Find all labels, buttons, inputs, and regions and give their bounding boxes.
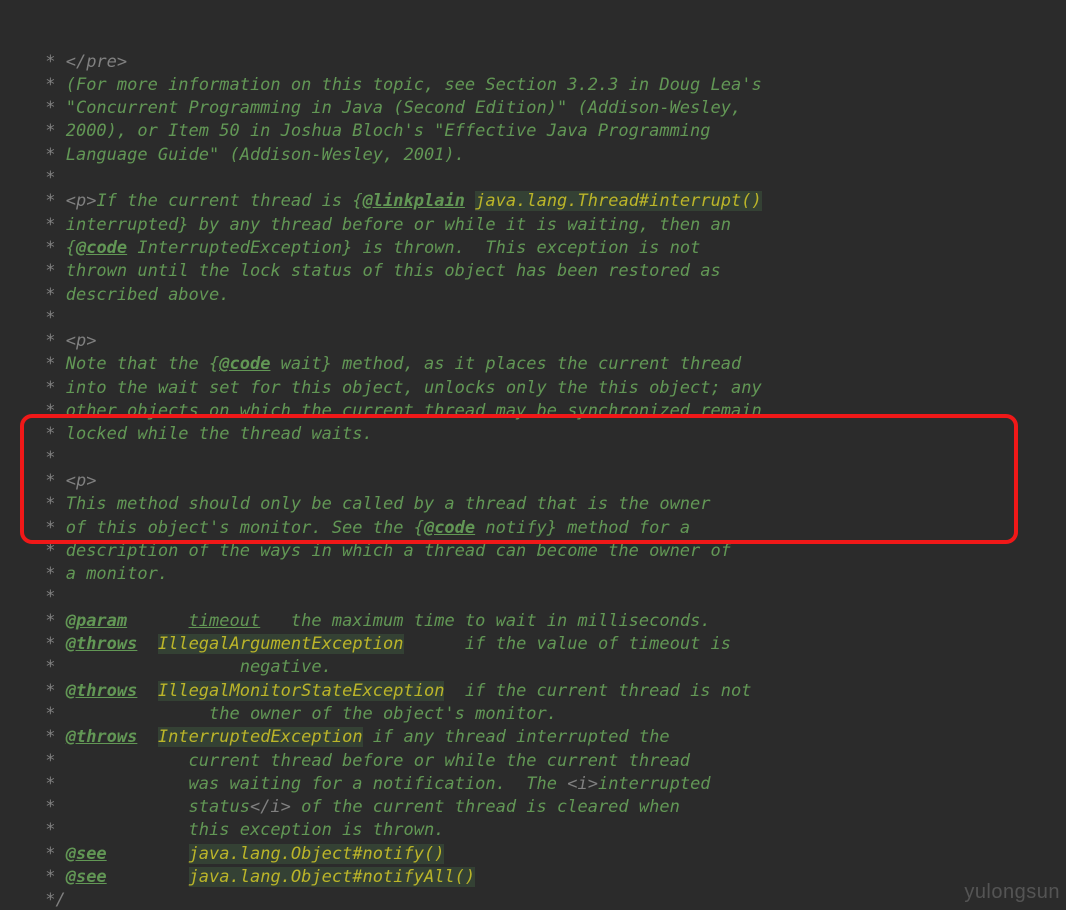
code-line: * a monitor. <box>35 563 1066 586</box>
code-line: * @param timeout the maximum time to wai… <box>35 610 1066 633</box>
code-line: * (For more information on this topic, s… <box>35 74 1066 97</box>
code-line: * @throws IllegalArgumentException if th… <box>35 633 1066 656</box>
code-line: * "Concurrent Programming in Java (Secon… <box>35 97 1066 120</box>
code-line: * <box>35 307 1066 330</box>
code-line: * <box>35 447 1066 470</box>
code-line: * <p> <box>35 470 1066 493</box>
code-line: * 2000), or Item 50 in Joshua Bloch's "E… <box>35 120 1066 143</box>
code-line: * @throws InterruptedException if any th… <box>35 726 1066 749</box>
code-line: * This method should only be called by a… <box>35 493 1066 516</box>
code-line: * current thread before or while the cur… <box>35 750 1066 773</box>
code-line: * @see java.lang.Object#notifyAll() <box>35 866 1066 889</box>
code-editor[interactable]: * </pre> * (For more information on this… <box>0 0 1066 910</box>
code-line: * description of the ways in which a thr… <box>35 540 1066 563</box>
code-line: * </pre> <box>35 51 1066 74</box>
code-line: * Language Guide" (Addison-Wesley, 2001)… <box>35 144 1066 167</box>
code-line: * this exception is thrown. <box>35 819 1066 842</box>
code-line: * thrown until the lock status of this o… <box>35 260 1066 283</box>
code-line: * other objects on which the current thr… <box>35 400 1066 423</box>
code-line: * interrupted} by any thread before or w… <box>35 214 1066 237</box>
code-line: * <p>If the current thread is {@linkplai… <box>35 190 1066 213</box>
code-line: * <box>35 167 1066 190</box>
code-line: * <box>35 586 1066 609</box>
code-line: */ <box>35 889 1066 910</box>
code-line: * @see java.lang.Object#notify() <box>35 843 1066 866</box>
code-line: * the owner of the object's monitor. <box>35 703 1066 726</box>
watermark-text: yulongsun <box>964 881 1060 904</box>
code-line: * {@code InterruptedException} is thrown… <box>35 237 1066 260</box>
code-line: * was waiting for a notification. The <i… <box>35 773 1066 796</box>
code-line: * locked while the thread waits. <box>35 423 1066 446</box>
javadoc-block: * </pre> * (For more information on this… <box>35 51 1066 910</box>
code-line: * status</i> of the current thread is cl… <box>35 796 1066 819</box>
code-line: * into the wait set for this object, unl… <box>35 377 1066 400</box>
code-line: * negative. <box>35 656 1066 679</box>
code-line: * @throws IllegalMonitorStateException i… <box>35 680 1066 703</box>
code-line: * Note that the {@code wait} method, as … <box>35 353 1066 376</box>
code-line: * described above. <box>35 284 1066 307</box>
code-line: * <p> <box>35 330 1066 353</box>
code-line: * of this object's monitor. See the {@co… <box>35 517 1066 540</box>
